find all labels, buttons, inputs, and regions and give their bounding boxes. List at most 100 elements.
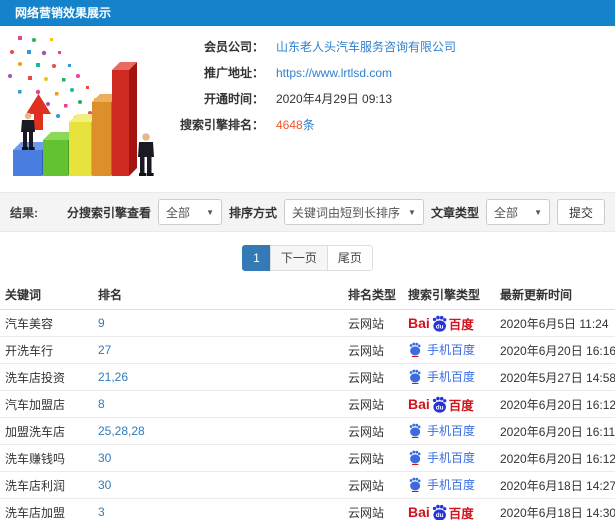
table-row: 洗车店利润 30 云网站 手机百度 2020年6月18日 14:27 [0,471,615,499]
keyword-cell: 加盟洗车店 [0,417,93,445]
chevron-down-icon: ▼ [206,207,215,217]
date-cell: 2020年6月5日 11:24 [495,309,615,337]
rank-cell[interactable]: 27 [93,336,343,364]
rank-cell[interactable]: 8 [93,390,343,418]
rank-type-cell: 云网站 [343,336,403,364]
keyword-cell: 洗车赚钱吗 [0,444,93,472]
info-value: 2020年4月29日 09:13 [276,92,393,106]
engine-filter-value: 全部 [166,205,191,220]
engine-cell: 手机百度 [403,336,495,364]
table-row: 加盟洗车店 25,28,28 云网站 手机百度 2020年6月20日 16:11 [0,417,615,445]
info-row: 开通时间： 2020年4月29日 09:13 [172,90,456,107]
engine-cell: Bai du 百度 [403,498,495,520]
rank-cell[interactable]: 25,28,28 [93,417,343,445]
baidu-pc-logo: Bai du 百度 [408,396,474,413]
rank-type-cell: 云网站 [343,417,403,445]
rank-type-cell: 云网站 [343,309,403,337]
rank-cell[interactable]: 3 [93,498,343,520]
date-cell: 2020年6月20日 16:16 [495,336,615,364]
next-page-button[interactable]: 下一页 [269,245,328,271]
keyword-cell: 汽车美容 [0,309,93,337]
page-1-button[interactable]: 1 [242,245,271,271]
date-cell: 2020年6月20日 16:12 [495,444,615,472]
baidu-mobile-logo: 手机百度 [408,368,475,385]
engine-rank-count: 4648 [276,117,303,132]
svg-text:du: du [436,512,444,519]
info-value-link[interactable]: 山东老人头汽车服务咨询有限公司 [276,38,456,55]
baidu-pc-logo: Bai du 百度 [408,504,474,520]
baidu-paw-icon: du [432,315,447,332]
engine-cell: Bai du 百度 [403,390,495,418]
filter-controls: 分搜索引擎查看 全部 ▼ 排序方式 关键词由短到长排序 ▼ 文章类型 全部 ▼ … [67,199,605,225]
table-header-row: 关键词 排名 排名类型 搜索引擎类型 最新更新时间 [0,281,615,310]
rank-type-cell: 云网站 [343,390,403,418]
baidu-pc-logo: Bai du 百度 [408,315,474,332]
table-row: 洗车店投资 21,26 云网站 手机百度 2020年5月27日 14:58 [0,363,615,391]
rank-type-cell: 云网站 [343,444,403,472]
chevron-down-icon: ▼ [408,207,416,217]
info-section: 会员公司： 山东老人头汽车服务咨询有限公司 推广地址： https://www.… [0,26,615,192]
col-header-rank: 排名 [93,281,343,310]
info-label: 推广地址： [203,66,264,80]
chevron-down-icon: ▼ [534,207,542,217]
date-cell: 2020年6月20日 16:11 [495,417,615,445]
article-type-label: 文章类型 [430,205,479,220]
engine-rank-unit: 条 [302,118,315,132]
info-value-link[interactable]: https://www.lrtlsd.com [276,66,392,80]
col-header-keyword: 关键词 [0,281,93,310]
col-header-rank-type: 排名类型 [343,281,403,310]
baidu-mobile-paw-icon [409,423,421,438]
svg-text:du: du [436,323,444,330]
baidu-paw-icon: du [432,396,447,413]
engine-cell: 手机百度 [403,471,495,499]
rank-cell[interactable]: 30 [93,444,343,472]
info-row: 搜索引擎排名： 4648 条 [172,116,456,133]
rank-cell[interactable]: 9 [93,309,343,337]
engine-filter-select[interactable]: 全部 ▼ [158,199,223,225]
table-row: 洗车店加盟 3 云网站 Bai du 百度 2020年6月18日 14:30 [0,498,615,520]
info-label: 搜索引擎排名： [179,118,264,132]
sort-filter-select[interactable]: 关键词由短到长排序 ▼ [284,199,424,225]
submit-button[interactable]: 提交 [556,199,605,225]
article-type-value: 全部 [493,205,518,220]
baidu-mobile-logo: 手机百度 [408,341,475,358]
last-page-button[interactable]: 尾页 [326,245,373,271]
baidu-mobile-paw-icon [409,450,421,465]
baidu-paw-icon: du [432,504,447,520]
info-row: 推广地址： https://www.lrtlsd.com [172,64,456,81]
businessman-right [138,133,154,176]
date-cell: 2020年6月18日 14:30 [495,498,615,520]
rank-type-cell: 云网站 [343,471,403,499]
table-row: 汽车加盟店 8 云网站 Bai du 百度 2020年6月20日 16:12 [0,390,615,418]
page: 网络营销效果展示 会员公司： 山东老人头汽车服务咨询有限公司 推广地址： htt… [0,0,615,520]
info-label: 会员公司： [203,40,264,54]
info-row: 会员公司： 山东老人头汽车服务咨询有限公司 [172,38,456,55]
result-label: 结果: [10,205,38,220]
page-title: 网络营销效果展示 [15,6,112,20]
rank-cell[interactable]: 21,26 [93,363,343,391]
page-header: 网络营销效果展示 [0,0,615,26]
keyword-cell: 开洗车行 [0,336,93,364]
filter-bar: 结果: 分搜索引擎查看 全部 ▼ 排序方式 关键词由短到长排序 ▼ 文章类型 全… [0,192,615,232]
rank-type-cell: 云网站 [343,498,403,520]
rank-cell[interactable]: 30 [93,471,343,499]
keyword-cell: 洗车店利润 [0,471,93,499]
keyword-cell: 汽车加盟店 [0,390,93,418]
baidu-mobile-paw-icon [409,369,421,384]
baidu-mobile-logo: 手机百度 [408,422,475,439]
sort-filter-value: 关键词由短到长排序 [292,205,401,220]
table-row: 洗车赚钱吗 30 云网站 手机百度 2020年6月20日 16:12 [0,444,615,472]
sort-filter-label: 排序方式 [229,205,278,220]
engine-cell: 手机百度 [403,417,495,445]
pagination: 1 下一页 尾页 [0,245,615,271]
baidu-mobile-logo: 手机百度 [408,476,475,493]
date-cell: 2020年6月20日 16:12 [495,390,615,418]
results-table: 关键词 排名 排名类型 搜索引擎类型 最新更新时间 汽车美容 9 云网站 Bai… [0,281,615,520]
baidu-mobile-paw-icon [409,477,421,492]
article-type-select[interactable]: 全部 ▼ [485,199,550,225]
company-info: 会员公司： 山东老人头汽车服务咨询有限公司 推广地址： https://www.… [172,26,456,192]
col-header-updated: 最新更新时间 [495,281,615,310]
date-cell: 2020年6月18日 14:27 [495,471,615,499]
table-row: 汽车美容 9 云网站 Bai du 百度 2020年6月5日 11:24 [0,309,615,337]
col-header-engine-type: 搜索引擎类型 [403,281,495,310]
